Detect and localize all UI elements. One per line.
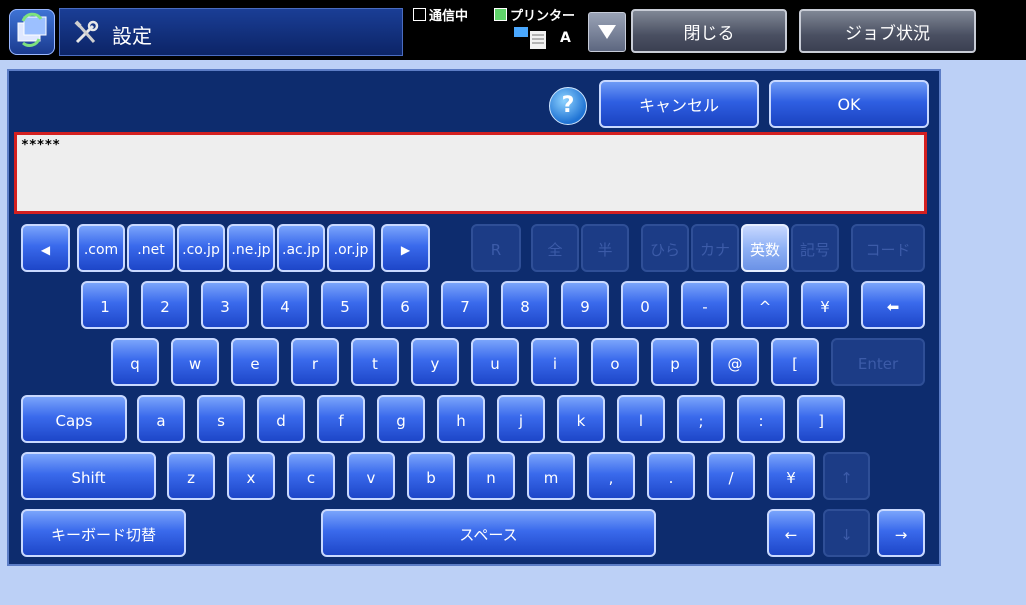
key-row2-11[interactable]: [ <box>771 338 819 386</box>
printer-id-label: A <box>560 30 571 46</box>
key-row4-4[interactable]: b <box>407 452 455 500</box>
top-status-bar: 設定 通信中 プリンター A 閉じる ジョブ状況 <box>0 0 1026 60</box>
mode-key-kana: カナ <box>691 224 739 272</box>
key-row2-0[interactable]: q <box>111 338 159 386</box>
password-input[interactable]: ***** <box>14 132 927 214</box>
arrow-down-key: ↓ <box>823 509 870 557</box>
key-row2-5[interactable]: y <box>411 338 459 386</box>
arrow-up-key: ↑ <box>823 452 870 500</box>
key-row1-6[interactable]: 7 <box>441 281 489 329</box>
space-key[interactable]: スペース <box>321 509 656 557</box>
key-row3-2[interactable]: d <box>257 395 305 443</box>
key-row4-3[interactable]: v <box>347 452 395 500</box>
triangle-down-icon <box>598 25 616 39</box>
printer-indicator: プリンター <box>494 5 575 24</box>
mode-key-kigo: 記号 <box>791 224 839 272</box>
key-row1-7[interactable]: 8 <box>501 281 549 329</box>
key-row4-2[interactable]: c <box>287 452 335 500</box>
key-row3-11[interactable]: ] <box>797 395 845 443</box>
key-row1-9[interactable]: 0 <box>621 281 669 329</box>
key-nejp[interactable]: .ne.jp <box>227 224 275 272</box>
key-row2-7[interactable]: i <box>531 338 579 386</box>
key-row1-10[interactable]: - <box>681 281 729 329</box>
arrow-right-key[interactable]: → <box>877 509 925 557</box>
job-status-button[interactable]: ジョブ状況 <box>799 9 976 53</box>
communicating-label: 通信中 <box>429 9 469 24</box>
key-row1-5[interactable]: 6 <box>381 281 429 329</box>
mode-key-zen: 全 <box>531 224 579 272</box>
mode-key-hira: ひら <box>641 224 689 272</box>
key-row1-11[interactable]: ^ <box>741 281 789 329</box>
mode-key-han: 半 <box>581 224 629 272</box>
help-icon[interactable]: ? <box>549 87 587 125</box>
ok-button[interactable]: OK <box>769 80 929 128</box>
page-title: 設定 <box>112 24 152 48</box>
key-row3-6[interactable]: j <box>497 395 545 443</box>
key-orjp[interactable]: .or.jp <box>327 224 375 272</box>
printer-status-icon <box>494 8 507 21</box>
key-row4-9[interactable]: / <box>707 452 755 500</box>
key-row4-0[interactable]: z <box>167 452 215 500</box>
key-row1-8[interactable]: 9 <box>561 281 609 329</box>
key-row1-12[interactable]: ¥ <box>801 281 849 329</box>
key-row1-0[interactable]: 1 <box>81 281 129 329</box>
mode-key-r: R <box>471 224 521 272</box>
key-row4-1[interactable]: x <box>227 452 275 500</box>
key-net[interactable]: .net <box>127 224 175 272</box>
settings-app-icon[interactable] <box>9 9 55 55</box>
key-row2-10[interactable]: @ <box>711 338 759 386</box>
key-row3-9[interactable]: ; <box>677 395 725 443</box>
communicating-indicator: 通信中 <box>413 5 468 24</box>
mode-key-code: コード <box>851 224 925 272</box>
key-row4-8[interactable]: . <box>647 452 695 500</box>
key-row1-3[interactable]: 4 <box>261 281 309 329</box>
key-row4-7[interactable]: , <box>587 452 635 500</box>
backspace-key[interactable]: ⬅ <box>861 281 925 329</box>
title-bar: 設定 <box>59 8 403 56</box>
printer-label: プリンター <box>510 9 576 24</box>
key-row4-6[interactable]: m <box>527 452 575 500</box>
key-row2-2[interactable]: e <box>231 338 279 386</box>
tools-icon <box>74 20 99 44</box>
mode-key-eisu[interactable]: 英数 <box>741 224 789 272</box>
key-row3-4[interactable]: g <box>377 395 425 443</box>
key-row3-8[interactable]: l <box>617 395 665 443</box>
keyboard-switch-key[interactable]: キーボード切替 <box>21 509 186 557</box>
cancel-button[interactable]: キャンセル <box>599 80 759 128</box>
close-button[interactable]: 閉じる <box>631 9 787 53</box>
key-row1-2[interactable]: 3 <box>201 281 249 329</box>
key-row3-3[interactable]: f <box>317 395 365 443</box>
key-row3-5[interactable]: h <box>437 395 485 443</box>
key-row1-1[interactable]: 2 <box>141 281 189 329</box>
checkbox-icon <box>413 8 426 21</box>
key-row2-1[interactable]: w <box>171 338 219 386</box>
printer-job-icon <box>514 27 546 49</box>
key-row2-9[interactable]: p <box>651 338 699 386</box>
key-left[interactable]: ◀ <box>21 224 70 272</box>
key-row3-7[interactable]: k <box>557 395 605 443</box>
key-row2-8[interactable]: o <box>591 338 639 386</box>
key-right[interactable]: ▶ <box>381 224 430 272</box>
key-row4-5[interactable]: n <box>467 452 515 500</box>
key-acjp[interactable]: .ac.jp <box>277 224 325 272</box>
key-row3-10[interactable]: : <box>737 395 785 443</box>
key-row2-6[interactable]: u <box>471 338 519 386</box>
shift-key[interactable]: Shift <box>21 452 156 500</box>
key-row4-10[interactable]: ¥ <box>767 452 815 500</box>
key-row1-4[interactable]: 5 <box>321 281 369 329</box>
caps-key[interactable]: Caps <box>21 395 127 443</box>
key-row2-4[interactable]: t <box>351 338 399 386</box>
key-cojp[interactable]: .co.jp <box>177 224 225 272</box>
key-row3-1[interactable]: s <box>197 395 245 443</box>
enter-key: Enter <box>831 338 925 386</box>
arrow-left-key[interactable]: ← <box>767 509 815 557</box>
key-row2-3[interactable]: r <box>291 338 339 386</box>
key-com[interactable]: .com <box>77 224 125 272</box>
key-row3-0[interactable]: a <box>137 395 185 443</box>
status-dropdown-button[interactable] <box>588 12 626 52</box>
